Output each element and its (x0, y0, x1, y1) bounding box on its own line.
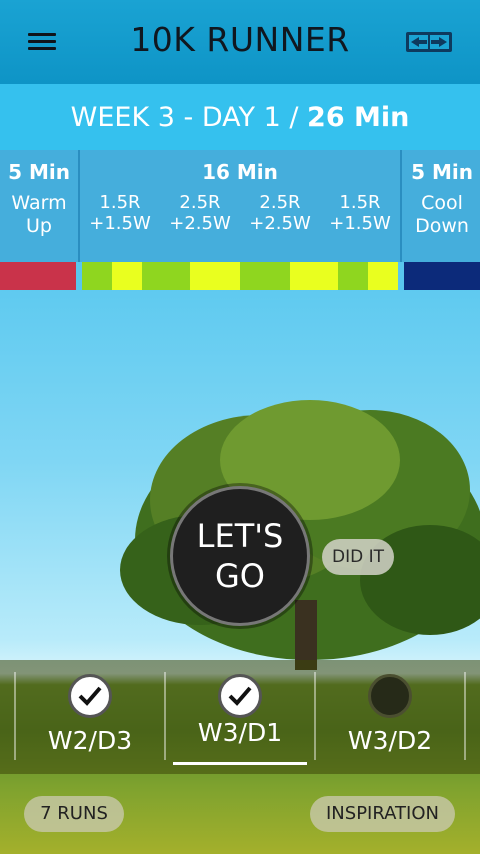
warmup-segment: 5 Min Warm Up (0, 150, 80, 262)
lets-go-label-line1: LET'S (196, 517, 284, 555)
intervals: 1.5R +1.5W 2.5R +2.5W 2.5R +2.5W 1.5R +1… (80, 192, 400, 252)
did-it-button[interactable]: DID IT (322, 539, 394, 575)
day-item[interactable]: W2/D3 (15, 660, 165, 774)
divider (464, 672, 466, 760)
walk-bar (338, 262, 368, 290)
cooldown-label: Cool Down (402, 192, 480, 238)
interval-walk: +1.5W (329, 213, 391, 234)
week-day-header: WEEK 3 - DAY 1 / 26 Min (0, 84, 480, 150)
cooldown-bar (404, 262, 480, 290)
week-day-label: WEEK 3 - DAY 1 / (70, 102, 308, 133)
interval-walk: +2.5W (169, 213, 231, 234)
cooldown-label-line1: Cool (421, 192, 463, 214)
cooldown-duration: 5 Min (411, 160, 473, 184)
warmup-label: Warm Up (0, 192, 78, 238)
walk-bar (240, 262, 290, 290)
interval-2: 2.5R +2.5W (160, 192, 240, 234)
interval-3: 2.5R +2.5W (240, 192, 320, 234)
walk-bar (82, 262, 112, 290)
run-bar (368, 262, 398, 290)
lets-go-button[interactable]: LET'S GO (170, 486, 310, 626)
interval-4: 1.5R +1.5W (320, 192, 400, 234)
main-duration: 16 Min (202, 160, 278, 184)
interval-walk: +2.5W (249, 213, 311, 234)
day-label: W3/D2 (347, 726, 433, 755)
app-bar: 10K RUNNER (0, 0, 480, 84)
walk-bar (142, 262, 190, 290)
incomplete-circle-icon (368, 674, 412, 718)
interval-1: 1.5R +1.5W (80, 192, 160, 234)
cooldown-label-line2: Down (415, 215, 469, 237)
warmup-bar (0, 262, 76, 290)
day-item-selected[interactable]: W3/D1 (165, 660, 315, 774)
day-item[interactable]: W3/D2 (315, 660, 465, 774)
checkmark-icon (218, 674, 262, 718)
run-bar (290, 262, 338, 290)
day-label: W2/D3 (47, 726, 133, 755)
interval-walk: +1.5W (89, 213, 151, 234)
interval-run: 1.5R (339, 192, 381, 213)
run-bar (112, 262, 142, 290)
lets-go-label-line2: GO (215, 557, 265, 595)
interval-run: 2.5R (259, 192, 301, 213)
total-duration: 26 Min (307, 102, 410, 133)
day-selector: W2/D3 W3/D1 W3/D2 (0, 660, 480, 774)
interval-color-bar (0, 262, 480, 290)
day-label: W3/D1 (197, 718, 283, 747)
interval-run: 2.5R (179, 192, 221, 213)
cooldown-segment: 5 Min Cool Down (400, 150, 480, 262)
runs-count-button[interactable]: 7 RUNS (24, 796, 124, 832)
checkmark-icon (68, 674, 112, 718)
run-bar (190, 262, 240, 290)
interval-run: 1.5R (99, 192, 141, 213)
switch-icon[interactable] (405, 30, 453, 54)
warmup-label-line2: Up (26, 215, 52, 237)
warmup-duration: 5 Min (8, 160, 70, 184)
selected-day-indicator (173, 762, 307, 765)
warmup-label-line1: Warm (11, 192, 67, 214)
workout-schedule: 5 Min Warm Up 16 Min 1.5R +1.5W 2.5R +2.… (0, 150, 480, 262)
main-segment: 16 Min 1.5R +1.5W 2.5R +2.5W 2.5R +2.5W … (80, 150, 400, 262)
inspiration-button[interactable]: INSPIRATION (310, 796, 455, 832)
